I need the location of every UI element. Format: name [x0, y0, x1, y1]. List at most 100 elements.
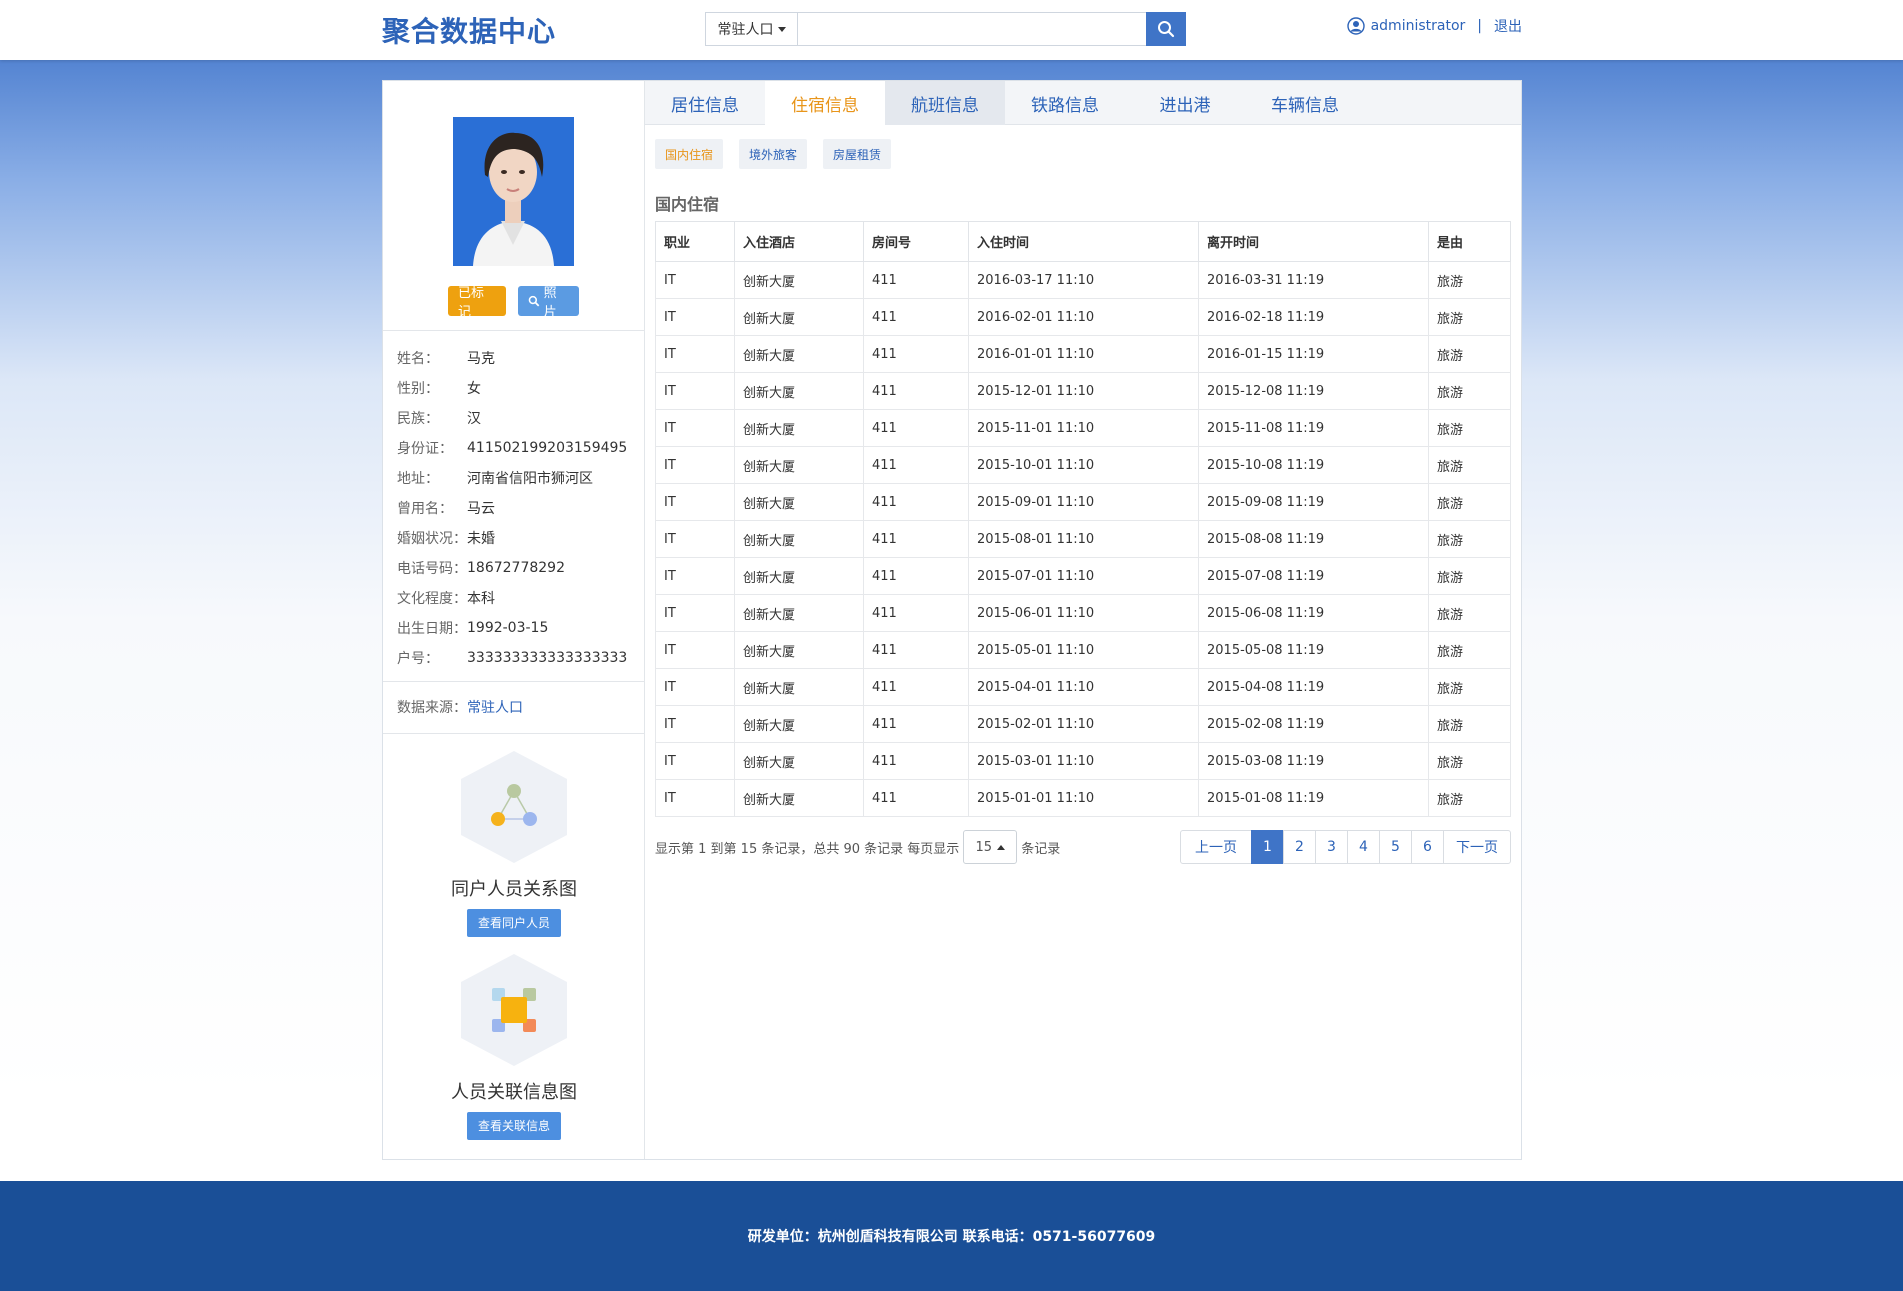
app-logo[interactable]: 聚合数据中心	[382, 10, 556, 50]
table-cell: 创新大厦	[734, 335, 864, 373]
info-label: 性别：	[397, 381, 439, 397]
table-cell: 2015-06-08 11:19	[1198, 594, 1429, 632]
table-row[interactable]: IT 创新大厦 411 2015-05-01 11:10 2015-05-08 11:1…	[655, 631, 1511, 669]
table-cell: 2016-02-18 11:19	[1198, 298, 1429, 336]
page-button-4[interactable]: 4	[1347, 830, 1380, 864]
table-cell: 2015-04-01 11:10	[968, 668, 1199, 706]
info-row-name: 姓名： 马克	[397, 343, 637, 373]
search-button[interactable]	[1146, 12, 1186, 46]
table-cell: 旅游	[1428, 335, 1511, 373]
table-cell: 旅游	[1428, 668, 1511, 706]
table-row[interactable]: IT 创新大厦 411 2015-11-01 11:10 2015-11-08 11:1…	[655, 409, 1511, 447]
table-cell: 411	[863, 261, 969, 299]
view-relations-button[interactable]: 查看关联信息	[466, 1112, 561, 1140]
user-icon	[1346, 17, 1365, 35]
table-cell: 2015-05-08 11:19	[1198, 631, 1429, 669]
table-cell: 2015-11-01 11:10	[968, 409, 1199, 447]
profile-sidebar: 已标记 照片 姓名： 马克 性别： 女 民族： 汉 身份证： 4115021992031…	[383, 81, 645, 1159]
table-row[interactable]: IT 创新大厦 411 2016-01-01 11:10 2016-01-15 11:1…	[655, 335, 1511, 373]
data-source: 数据来源：常驻人口	[397, 697, 523, 717]
page-button-5[interactable]: 5	[1379, 830, 1412, 864]
info-row-former-name: 曾用名： 马云	[397, 493, 637, 523]
subtab-foreign[interactable]: 境外旅客	[739, 139, 808, 169]
photo-button[interactable]: 照片	[518, 286, 579, 320]
logout-link[interactable]: 退出	[1494, 16, 1522, 36]
main-panel: 已标记 照片 姓名： 马克 性别： 女 民族： 汉 身份证： 4115021992031…	[382, 80, 1522, 1160]
table-cell: 411	[863, 668, 969, 706]
table-cell: 2015-03-08 11:19	[1198, 742, 1429, 780]
tab-railway[interactable]: 铁路信息	[1005, 81, 1125, 125]
divider	[383, 330, 645, 331]
table-cell: 旅游	[1428, 742, 1511, 780]
divider	[383, 733, 645, 734]
table-cell: 411	[863, 594, 969, 632]
table-cell: 创新大厦	[734, 298, 864, 336]
table-row[interactable]: IT 创新大厦 411 2016-02-01 11:10 2016-02-18 11:1…	[655, 298, 1511, 336]
search-type-dropdown[interactable]: 常驻人口	[706, 13, 798, 45]
table-cell: 411	[863, 779, 969, 817]
tab-flights[interactable]: 航班信息	[885, 81, 1005, 125]
table-row[interactable]: IT 创新大厦 411 2015-07-01 11:10 2015-07-08 11:1…	[655, 557, 1511, 595]
info-value: 18672778292	[467, 560, 565, 576]
table-row[interactable]: IT 创新大厦 411 2015-03-01 11:10 2015-03-08 11:1…	[655, 742, 1511, 780]
subtab-rental[interactable]: 房屋租赁	[823, 139, 892, 169]
column-header[interactable]: 房间号	[863, 221, 969, 262]
table-row[interactable]: IT 创新大厦 411 2015-02-01 11:10 2015-02-08 11:1…	[655, 705, 1511, 743]
column-header[interactable]: 离开时间	[1198, 221, 1429, 262]
marked-button[interactable]: 已标记	[448, 286, 506, 320]
household-graph-title: 同户人员关系图	[451, 879, 577, 900]
table-cell: 2015-04-08 11:19	[1198, 668, 1429, 706]
info-value: 女	[467, 381, 481, 397]
table-row[interactable]: IT 创新大厦 411 2015-09-01 11:10 2015-09-08 11:1…	[655, 483, 1511, 521]
column-header[interactable]: 是由	[1428, 221, 1511, 262]
table-cell: 2015-11-08 11:19	[1198, 409, 1429, 447]
table-row[interactable]: IT 创新大厦 411 2016-03-17 11:10 2016-03-31 11:1…	[655, 261, 1511, 299]
column-header[interactable]: 入住时间	[968, 221, 1199, 262]
page-button-1[interactable]: 1	[1251, 830, 1284, 864]
table-body: IT 创新大厦 411 2016-03-17 11:10 2016-03-31 11:1…	[655, 261, 1511, 817]
subtab-domestic[interactable]: 国内住宿	[655, 139, 724, 169]
table-row[interactable]: IT 创新大厦 411 2015-10-01 11:10 2015-10-08 11:1…	[655, 446, 1511, 484]
table-cell: 创新大厦	[734, 372, 864, 410]
table-cell: 创新大厦	[734, 668, 864, 706]
relation-graph-icon[interactable]	[461, 954, 567, 1066]
info-label: 姓名：	[397, 351, 439, 367]
tab-residence[interactable]: 居住信息	[645, 81, 765, 125]
view-household-button[interactable]: 查看同户人员	[466, 909, 561, 937]
table-cell: 411	[863, 520, 969, 558]
column-header[interactable]: 职业	[655, 221, 735, 262]
column-header[interactable]: 入住酒店	[734, 221, 864, 262]
photo-button-label: 照片	[543, 286, 557, 320]
page-button-2[interactable]: 2	[1283, 830, 1316, 864]
main-tabs: 居住信息 住宿信息 航班信息 铁路信息 进出港 车辆信息	[645, 81, 1521, 126]
table-row[interactable]: IT 创新大厦 411 2015-01-01 11:10 2015-01-08 11:1…	[655, 779, 1511, 817]
info-value: 马云	[467, 501, 495, 517]
tab-port[interactable]: 进出港	[1125, 81, 1245, 125]
prev-page-button[interactable]: 上一页	[1180, 830, 1252, 864]
search-input[interactable]	[798, 13, 1146, 45]
username-link[interactable]: administrator	[1371, 18, 1466, 34]
table-cell: 旅游	[1428, 409, 1511, 447]
search-type-label: 常驻人口	[717, 22, 774, 38]
tab-vehicles[interactable]: 车辆信息	[1245, 81, 1365, 125]
table-cell: 2015-12-08 11:19	[1198, 372, 1429, 410]
table-cell: 2015-09-08 11:19	[1198, 483, 1429, 521]
page-button-3[interactable]: 3	[1315, 830, 1348, 864]
data-source-link[interactable]: 常驻人口	[467, 700, 523, 716]
table-cell: 旅游	[1428, 705, 1511, 743]
page-button-6[interactable]: 6	[1411, 830, 1444, 864]
info-row-address: 地址： 河南省信阳市狮河区	[397, 463, 637, 493]
table-cell: 旅游	[1428, 520, 1511, 558]
household-graph-icon[interactable]	[461, 751, 567, 863]
table-row[interactable]: IT 创新大厦 411 2015-06-01 11:10 2015-06-08 11:1…	[655, 594, 1511, 632]
info-label: 身份证：	[397, 441, 453, 457]
table-row[interactable]: IT 创新大厦 411 2015-08-01 11:10 2015-08-08 11:1…	[655, 520, 1511, 558]
table-row[interactable]: IT 创新大厦 411 2015-04-01 11:10 2015-04-08 11:1…	[655, 668, 1511, 706]
info-label: 民族：	[397, 411, 439, 427]
page-size-dropdown[interactable]: 15	[963, 830, 1018, 864]
tab-accommodation[interactable]: 住宿信息	[765, 81, 885, 126]
table-cell: IT	[655, 631, 735, 669]
next-page-button[interactable]: 下一页	[1443, 830, 1511, 864]
table-row[interactable]: IT 创新大厦 411 2015-12-01 11:10 2015-12-08 11:1…	[655, 372, 1511, 410]
table-cell: 旅游	[1428, 261, 1511, 299]
